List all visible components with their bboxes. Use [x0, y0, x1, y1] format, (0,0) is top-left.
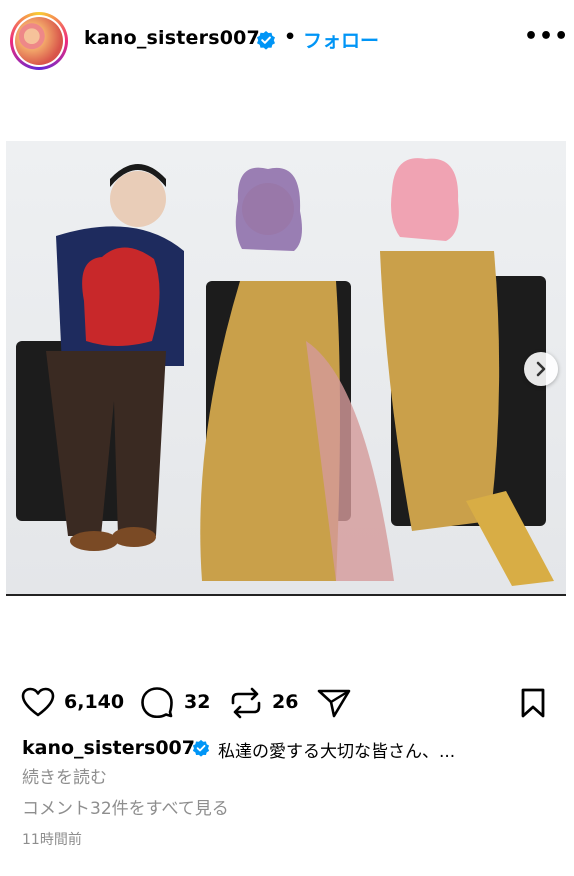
post-image[interactable]	[6, 141, 566, 596]
verified-badge-icon	[192, 739, 210, 757]
share-icon[interactable]	[316, 687, 352, 719]
repost-count[interactable]: 26	[272, 691, 298, 713]
post-header: kano_sisters007 • フォロー •••	[0, 0, 574, 84]
comment-count[interactable]: 32	[184, 691, 210, 713]
caption-text: 私達の愛する大切な皆さん、...	[218, 742, 456, 762]
repost-icon[interactable]	[229, 686, 263, 720]
like-count[interactable]: 6,140	[64, 691, 124, 713]
caption-username[interactable]: kano_sisters007	[22, 737, 195, 759]
verified-badge-icon	[257, 31, 275, 50]
avatar[interactable]	[10, 12, 68, 70]
post-username[interactable]: kano_sisters007	[84, 27, 260, 49]
bookmark-icon[interactable]	[520, 687, 546, 719]
plush-toy-shape	[82, 247, 160, 346]
post-timestamp: 11時間前	[22, 832, 82, 848]
person-hair	[235, 167, 302, 251]
more-options-button[interactable]: •••	[524, 24, 569, 49]
shoe-shape	[70, 531, 118, 551]
chevron-right-icon	[536, 361, 546, 377]
separator-dot: •	[284, 26, 297, 48]
view-all-comments-link[interactable]: コメント32件をすべて見る	[22, 794, 229, 819]
person-head	[110, 171, 166, 227]
heart-icon[interactable]	[21, 687, 55, 717]
read-more-link[interactable]: 続きを読む	[22, 763, 107, 788]
person-hair	[391, 158, 459, 241]
follow-button[interactable]: フォロー	[303, 26, 379, 53]
carousel-next-button[interactable]	[524, 352, 558, 386]
photo-illustration	[16, 158, 554, 586]
action-bar: 6,140 32 26	[0, 680, 574, 724]
comment-icon[interactable]	[140, 686, 174, 718]
shoe-shape	[112, 527, 156, 547]
